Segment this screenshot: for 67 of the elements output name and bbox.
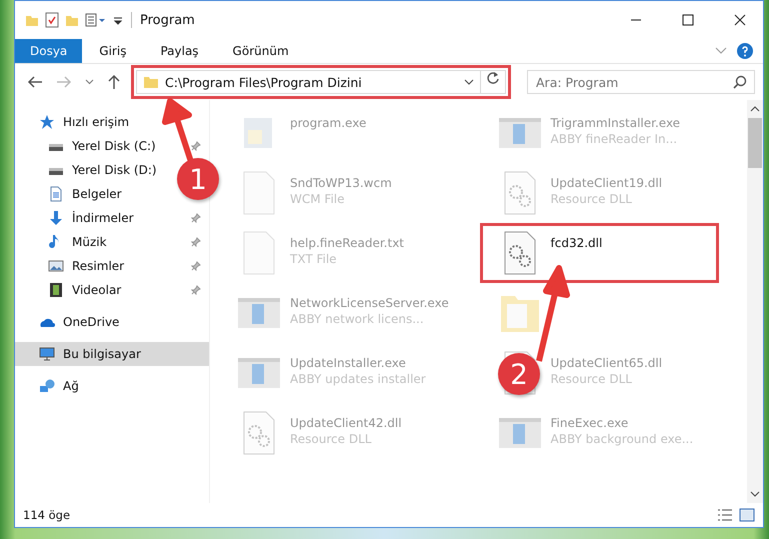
view-icon[interactable] <box>85 13 107 27</box>
file-type: ABBY network licens... <box>290 312 425 326</box>
scrollbar-thumb[interactable] <box>748 118 762 168</box>
scrollbar[interactable] <box>747 100 763 503</box>
pin-icon[interactable] <box>191 285 201 295</box>
file-type: Resource DLL <box>550 372 633 386</box>
star-icon <box>39 114 55 130</box>
sidebar-item[interactable]: Yerel Disk (D:) <box>15 158 165 182</box>
search-field[interactable]: Ara: Program <box>527 70 755 94</box>
file-name: NetworkLicenseServer.exe <box>290 296 449 310</box>
ribbon-tab[interactable]: Paylaş <box>143 39 216 63</box>
properties-icon[interactable] <box>45 12 59 28</box>
chevron-down-icon[interactable] <box>464 79 474 85</box>
sidebar-item[interactable]: İndirmeler <box>15 206 209 230</box>
download-arrow-icon <box>48 210 64 226</box>
document-icon <box>48 186 64 202</box>
ribbon-tab[interactable]: Giriş <box>82 39 144 63</box>
file-name: TrigrammInstaller.exe <box>550 116 680 130</box>
file-name: program.exe <box>290 116 366 130</box>
chevron-down-icon[interactable] <box>750 491 760 497</box>
ribbon-tab[interactable]: Görünüm <box>216 39 306 63</box>
up-arrow-icon[interactable] <box>107 74 121 90</box>
address-path: C:\Program Files\Program Dizini <box>165 74 363 90</box>
details-view-icon[interactable] <box>717 508 733 522</box>
chevron-up-icon[interactable] <box>750 106 760 112</box>
file-name: help.fineReader.txt <box>290 236 404 250</box>
file-name: FineExec.exe <box>550 416 630 430</box>
sidebar-item[interactable]: Müzik <box>15 230 209 254</box>
sidebar-item[interactable]: Yerel Disk (C:) <box>15 134 209 158</box>
file-type: ABBY updates installer <box>290 372 426 386</box>
help-icon[interactable] <box>737 43 753 59</box>
pin-icon[interactable] <box>191 141 201 151</box>
file-name: fcd32.dll <box>550 236 602 250</box>
sidebar-item[interactable]: Videolar <box>15 278 209 302</box>
address-bar[interactable]: C:\Program Files\Program Dizini <box>136 70 506 94</box>
search-icon <box>733 75 747 89</box>
file-type: Resource DLL <box>550 192 633 206</box>
item-count: 114 öge <box>23 508 70 522</box>
file-name: UpdateClient65.dll <box>550 356 662 370</box>
file-name: UpdateClient42.dll <box>290 416 402 430</box>
sidebar-item[interactable]: Ağ <box>15 374 87 398</box>
file-name: UpdateInstaller.exe <box>290 356 407 370</box>
large-icons-view-icon[interactable] <box>739 508 755 522</box>
file-name: SndToWP13.wcm <box>290 176 392 190</box>
file-type: TXT File <box>290 252 338 266</box>
ribbon-tab[interactable]: Dosya <box>15 39 82 63</box>
sidebar-item[interactable]: Bu bilgisayar <box>15 342 209 366</box>
picture-icon <box>48 258 64 274</box>
file-name: UpdateClient19.dll <box>550 176 662 190</box>
folder-icon <box>143 75 159 89</box>
monitor-icon <box>39 346 55 362</box>
caret-icon[interactable] <box>113 15 123 25</box>
file-type: WCM File <box>290 192 346 206</box>
chevron-down-icon[interactable] <box>85 79 94 85</box>
sidebar-item[interactable]: Hızlı erişim <box>15 110 138 134</box>
file-type: ABBY background exe... <box>550 432 694 446</box>
film-icon <box>48 282 64 298</box>
file-type: Resource DLL <box>290 432 372 446</box>
pin-icon[interactable] <box>191 213 201 223</box>
sidebar-item[interactable]: Resimler <box>15 254 209 278</box>
back-arrow-icon[interactable] <box>27 75 43 89</box>
sidebar-item[interactable]: OneDrive <box>15 310 128 334</box>
window-title: Program <box>140 12 195 28</box>
file-type: ABBY fineReader In... <box>550 132 678 146</box>
pin-icon[interactable] <box>191 237 201 247</box>
sidebar-item[interactable]: Belgeler <box>15 182 130 206</box>
pin-icon[interactable] <box>191 261 201 271</box>
